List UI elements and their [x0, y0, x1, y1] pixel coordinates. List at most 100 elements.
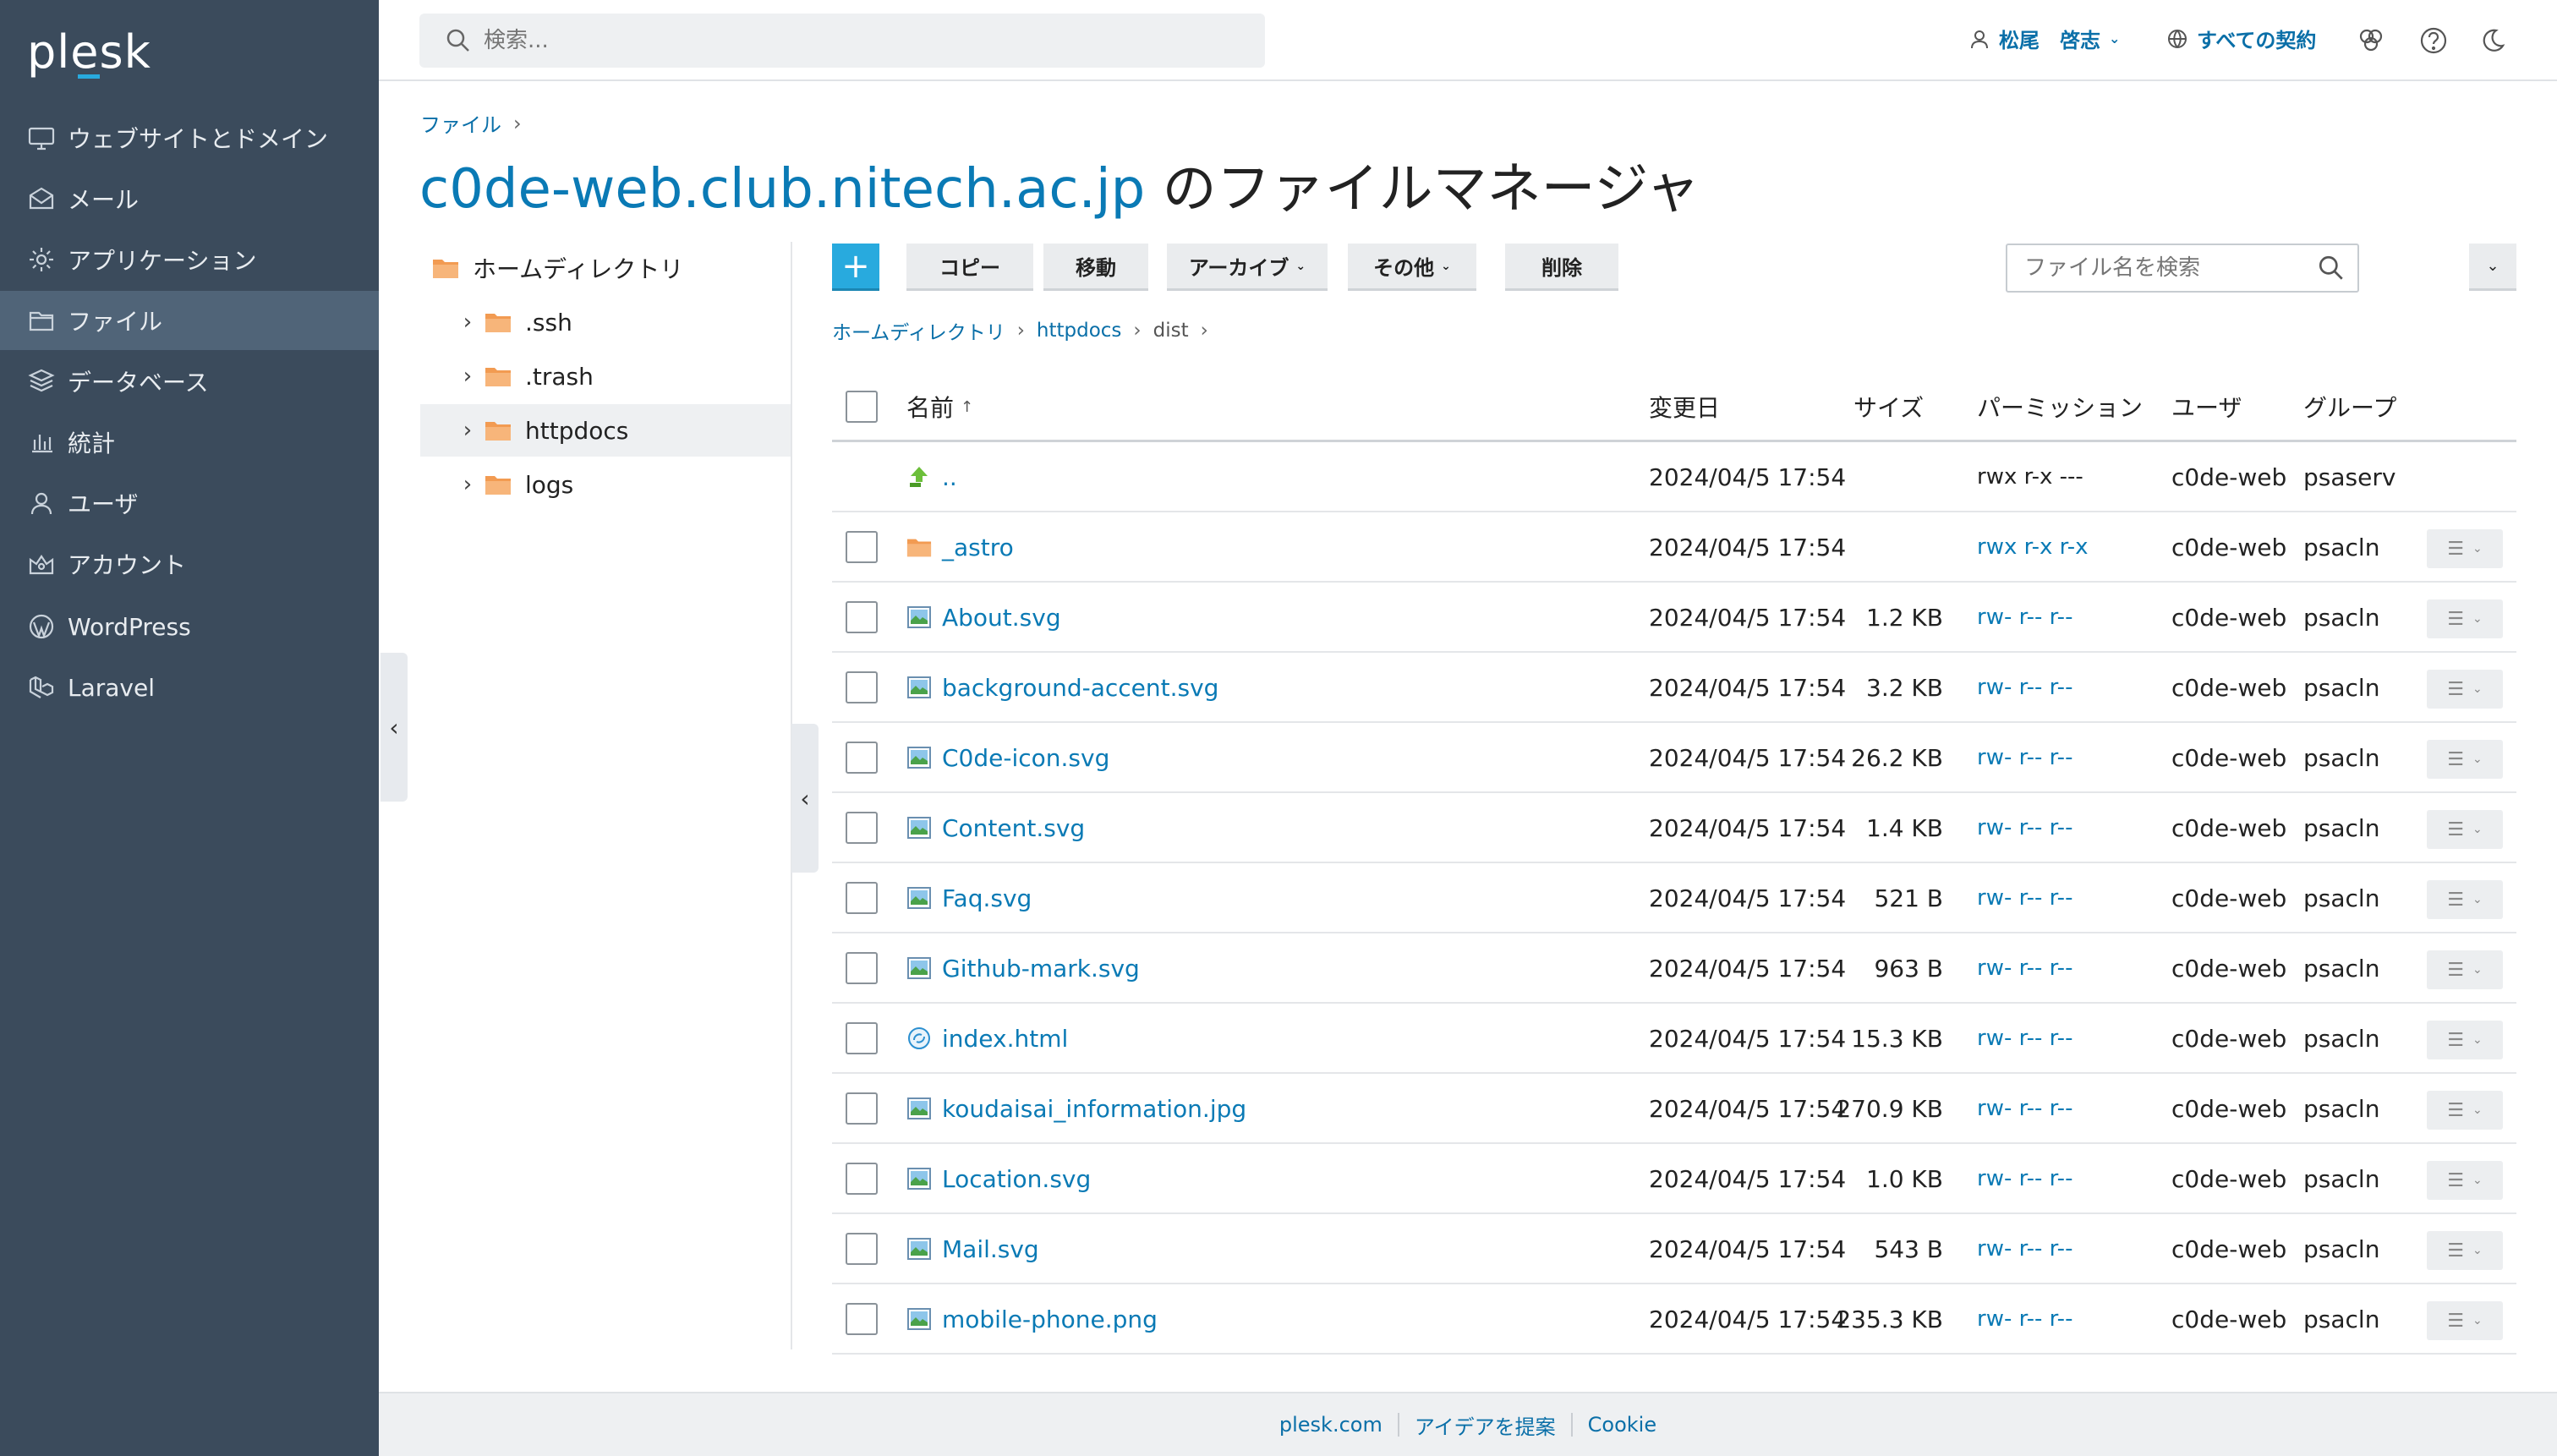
row-actions-button[interactable]: ☰ ⌄ — [2427, 1231, 2503, 1270]
row-checkbox[interactable] — [846, 742, 878, 774]
footer-link-idea[interactable]: アイデアを提案 — [1415, 1410, 1556, 1440]
file-name-cell[interactable]: C0de-icon.svg — [906, 723, 1109, 792]
path-home[interactable]: ホームディレクトリ — [832, 316, 1005, 345]
permissions[interactable]: rw- r-- r-- — [1977, 1004, 2072, 1073]
table-row[interactable]: Mail.svg 2024/04/5 17:54 543 B rw- r-- r-- c… — [832, 1214, 2516, 1284]
row-actions-button[interactable]: ☰ ⌄ — [2427, 810, 2503, 849]
row-actions-button[interactable]: ☰ ⌄ — [2427, 1301, 2503, 1340]
table-row[interactable]: background-accent.svg 2024/04/5 17:54 3.2 … — [832, 653, 2516, 723]
chevron-right-icon[interactable]: › — [451, 364, 485, 389]
file-name[interactable]: C0de-icon.svg — [942, 744, 1109, 772]
file-name-cell[interactable]: Content.svg — [906, 793, 1085, 862]
footer-link-cookie[interactable]: Cookie — [1588, 1413, 1656, 1437]
sidebar-item-wordpress[interactable]: WordPress — [0, 597, 379, 656]
table-row[interactable]: Content.svg 2024/04/5 17:54 1.4 KB rw- r-- … — [832, 793, 2516, 863]
row-checkbox[interactable] — [846, 882, 878, 914]
sidebar-item-mail[interactable]: メール — [0, 169, 379, 228]
copy-button[interactable]: コピー — [906, 244, 1033, 291]
file-name-cell[interactable]: mobile-phone.png — [906, 1284, 1158, 1354]
table-row[interactable]: Github-mark.svg 2024/04/5 17:54 963 B rw- r… — [832, 933, 2516, 1004]
row-actions-button[interactable]: ☰ ⌄ — [2427, 950, 2503, 989]
sidebar-item-account[interactable]: アカウント — [0, 534, 379, 594]
table-row[interactable]: About.svg 2024/04/5 17:54 1.2 KB rw- r-- r-… — [832, 583, 2516, 653]
file-name-cell[interactable]: .. — [906, 442, 957, 512]
table-row[interactable]: mobile-phone.png 2024/04/5 17:54 235.3 KB r… — [832, 1284, 2516, 1355]
tree-item-logs[interactable]: › logs — [420, 458, 791, 511]
row-checkbox[interactable] — [846, 601, 878, 633]
sidebar-item-stats[interactable]: 統計 — [0, 413, 379, 472]
sidebar-item-databases[interactable]: データベース — [0, 352, 379, 411]
file-name[interactable]: Github-mark.svg — [942, 955, 1140, 983]
sidebar-item-laravel[interactable]: Laravel — [0, 658, 379, 717]
row-checkbox[interactable] — [846, 952, 878, 984]
file-name[interactable]: _astro — [942, 534, 1014, 561]
column-group[interactable]: グループ — [2303, 372, 2396, 441]
file-name[interactable]: mobile-phone.png — [942, 1305, 1158, 1333]
file-name-cell[interactable]: Github-mark.svg — [906, 933, 1140, 1003]
permissions[interactable]: rw- r-- r-- — [1977, 1284, 2072, 1354]
column-permissions[interactable]: パーミッション — [1977, 372, 2143, 441]
row-checkbox[interactable] — [846, 531, 878, 563]
table-row[interactable]: koudaisai_information.jpg 2024/04/5 17:54… — [832, 1074, 2516, 1144]
row-checkbox[interactable] — [846, 1022, 878, 1054]
permissions[interactable]: rw- r-- r-- — [1977, 653, 2072, 722]
user-menu[interactable]: 松尾 啓志 ⌄ — [1968, 24, 2120, 53]
chevron-right-icon[interactable]: › — [451, 418, 485, 443]
file-name-cell[interactable]: Faq.svg — [906, 863, 1032, 933]
permissions[interactable]: rw- r-- r-- — [1977, 1074, 2072, 1143]
table-row[interactable]: C0de-icon.svg 2024/04/5 17:54 26.2 KB rw- r… — [832, 723, 2516, 793]
file-name-cell[interactable]: index.html — [906, 1004, 1068, 1073]
path-httpdocs[interactable]: httpdocs — [1037, 320, 1122, 342]
add-button[interactable]: + — [832, 244, 879, 291]
search-options-dropdown[interactable]: ⌄ — [2469, 244, 2516, 291]
filename-search[interactable] — [2006, 244, 2359, 293]
help-icon[interactable] — [2418, 25, 2449, 56]
tree-item-home[interactable]: ホームディレクトリ — [420, 242, 791, 294]
dark-mode-icon[interactable] — [2478, 25, 2508, 56]
subscriptions-link[interactable]: すべての契約 — [2166, 24, 2316, 53]
extensions-icon[interactable] — [2356, 25, 2386, 56]
row-actions-button[interactable]: ☰ ⌄ — [2427, 880, 2503, 919]
permissions[interactable]: rw- r-- r-- — [1977, 723, 2072, 792]
footer-link-plesk[interactable]: plesk.com — [1279, 1413, 1383, 1437]
file-name-cell[interactable]: Mail.svg — [906, 1214, 1039, 1284]
row-checkbox[interactable] — [846, 671, 878, 703]
permissions[interactable]: rw- r-- r-- — [1977, 793, 2072, 862]
row-actions-button[interactable]: ☰ ⌄ — [2427, 1021, 2503, 1059]
chevron-right-icon[interactable]: › — [451, 472, 485, 497]
column-user[interactable]: ユーザ — [2171, 372, 2242, 441]
select-all-checkbox[interactable] — [846, 391, 878, 423]
tree-item-httpdocs[interactable]: › httpdocs — [420, 404, 791, 457]
row-actions-button[interactable]: ☰ ⌄ — [2427, 529, 2503, 568]
file-name[interactable]: Faq.svg — [942, 884, 1032, 912]
row-actions-button[interactable]: ☰ ⌄ — [2427, 1091, 2503, 1130]
file-name[interactable]: koudaisai_information.jpg — [942, 1095, 1246, 1123]
permissions[interactable]: rw- r-- r-- — [1977, 933, 2072, 1003]
permissions[interactable]: rw- r-- r-- — [1977, 1214, 2072, 1284]
file-name-cell[interactable]: background-accent.svg — [906, 653, 1218, 722]
column-modified[interactable]: 変更日 — [1649, 372, 1720, 441]
move-button[interactable]: 移動 — [1043, 244, 1148, 291]
column-name[interactable]: 名前 ↑ — [906, 372, 973, 441]
global-search[interactable] — [419, 14, 1265, 68]
file-name[interactable]: Mail.svg — [942, 1235, 1039, 1263]
file-name[interactable]: Location.svg — [942, 1165, 1091, 1193]
file-name-cell[interactable]: About.svg — [906, 583, 1061, 652]
sidebar-item-users[interactable]: ユーザ — [0, 473, 379, 533]
permissions[interactable]: rw- r-- r-- — [1977, 863, 2072, 933]
sidebar-item-websites[interactable]: ウェブサイトとドメイン — [0, 108, 379, 167]
tree-item-ssh[interactable]: › .ssh — [420, 296, 791, 348]
delete-button[interactable]: 削除 — [1505, 244, 1618, 291]
archive-button[interactable]: アーカイブ ⌄ — [1167, 244, 1328, 291]
file-name[interactable]: Content.svg — [942, 814, 1085, 842]
global-search-input[interactable] — [482, 27, 1226, 54]
breadcrumb-files[interactable]: ファイル — [420, 108, 501, 138]
table-row[interactable]: Faq.svg 2024/04/5 17:54 521 B rw- r-- r-- c0… — [832, 863, 2516, 933]
table-row[interactable]: .. 2024/04/5 17:54 rwx r-x --- c0de-web psas… — [832, 442, 2516, 512]
row-checkbox[interactable] — [846, 1163, 878, 1195]
chevron-right-icon[interactable]: › — [451, 309, 485, 335]
row-checkbox[interactable] — [846, 812, 878, 844]
file-name[interactable]: About.svg — [942, 604, 1061, 632]
row-checkbox[interactable] — [846, 1092, 878, 1125]
collapse-sidebar-button[interactable]: ‹ — [381, 653, 408, 802]
